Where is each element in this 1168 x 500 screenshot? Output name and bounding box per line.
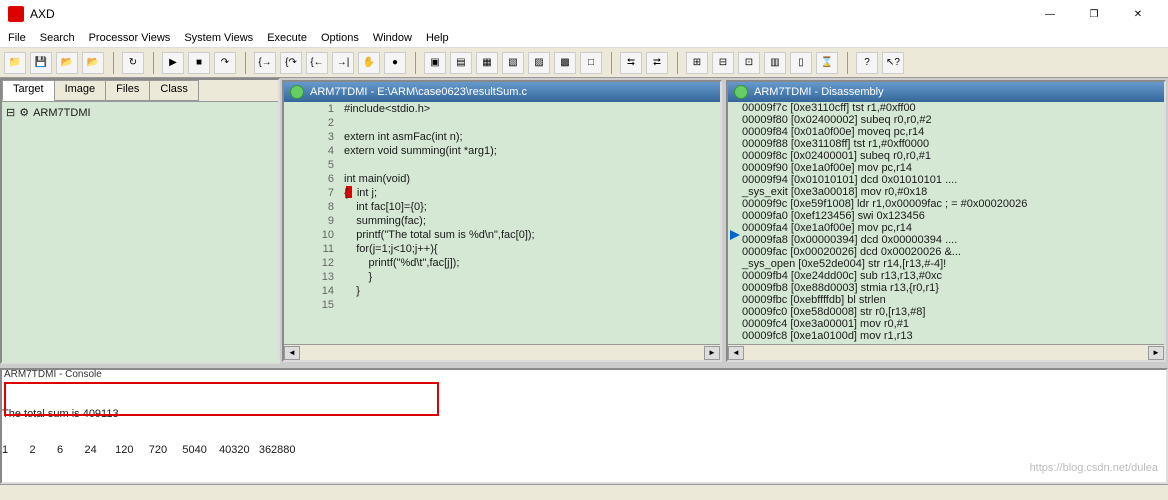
- console-title: ARM7TDMI - Console: [4, 369, 102, 380]
- tool-folder2-icon[interactable]: 📂: [82, 52, 104, 74]
- scroll-right-icon[interactable]: ►: [1148, 346, 1164, 360]
- tree-label: ARM7TDMI: [33, 107, 90, 119]
- tab-target[interactable]: Target: [2, 80, 55, 101]
- source-window: ARM7TDMI - E:\ARM\case0623\resultSum.c 1…: [282, 80, 722, 362]
- title-bar: AXD — ❐ ✕: [0, 0, 1168, 28]
- tab-class[interactable]: Class: [149, 80, 199, 101]
- current-pc-arrow-icon: [730, 230, 740, 240]
- tool-context-help-icon[interactable]: ↖?: [882, 52, 904, 74]
- disasm-lines[interactable]: 00009f7c [0xe3110cff] tst r1,#0xff000000…: [742, 102, 1164, 342]
- scroll-left-icon[interactable]: ◄: [284, 346, 300, 360]
- sidebar: Target Image Files Class ⊟ ⚙ ARM7TDMI: [0, 78, 280, 364]
- tool-stepinto-icon[interactable]: {→: [254, 52, 276, 74]
- line-number-gutter: 123456789101112131415: [284, 102, 344, 344]
- tool-h-icon[interactable]: ⌛: [816, 52, 838, 74]
- minimize-button[interactable]: —: [1028, 0, 1072, 28]
- tool-view1-icon[interactable]: ▣: [424, 52, 446, 74]
- tool-stepout-icon[interactable]: {←: [306, 52, 328, 74]
- scroll-right-icon[interactable]: ►: [704, 346, 720, 360]
- main-area: Target Image Files Class ⊟ ⚙ ARM7TDMI AR…: [0, 78, 1168, 364]
- tool-stepover-icon[interactable]: {↷: [280, 52, 302, 74]
- window-icon: [290, 85, 304, 99]
- tool-b-icon[interactable]: ⮂: [646, 52, 668, 74]
- console-output[interactable]: The total sum is 409113 1 2 6 24 120 720…: [2, 370, 1166, 480]
- menu-processor-views[interactable]: Processor Views: [89, 32, 171, 44]
- console-window: ARM7TDMI - Console The total sum is 4091…: [0, 368, 1168, 484]
- disasm-title-bar[interactable]: ARM7TDMI - Disassembly: [728, 82, 1164, 102]
- tool-step-icon[interactable]: ↷: [214, 52, 236, 74]
- disasm-hscroll[interactable]: ◄ ►: [728, 344, 1164, 360]
- tool-save-icon[interactable]: 💾: [30, 52, 52, 74]
- tool-run-icon[interactable]: ▶: [162, 52, 184, 74]
- tool-g-icon[interactable]: ▯: [790, 52, 812, 74]
- tool-c-icon[interactable]: ⊞: [686, 52, 708, 74]
- tool-view7-icon[interactable]: □: [580, 52, 602, 74]
- menu-window[interactable]: Window: [373, 32, 412, 44]
- console-line: The total sum is 409113: [2, 408, 1166, 420]
- toolbar-separator: [842, 52, 848, 74]
- tool-help-icon[interactable]: ?: [856, 52, 878, 74]
- toolbar-separator: [410, 52, 416, 74]
- tool-view3-icon[interactable]: ▦: [476, 52, 498, 74]
- source-title-bar[interactable]: ARM7TDMI - E:\ARM\case0623\resultSum.c: [284, 82, 720, 102]
- maximize-button[interactable]: ❐: [1072, 0, 1116, 28]
- menu-options[interactable]: Options: [321, 32, 359, 44]
- app-icon: [8, 6, 24, 22]
- menu-system-views[interactable]: System Views: [184, 32, 253, 44]
- tool-view2-icon[interactable]: ▤: [450, 52, 472, 74]
- close-button[interactable]: ✕: [1116, 0, 1160, 28]
- menu-help[interactable]: Help: [426, 32, 449, 44]
- menu-bar: File Search Processor Views System Views…: [0, 28, 1168, 48]
- disasm-window-title: ARM7TDMI - Disassembly: [754, 86, 884, 98]
- source-body[interactable]: 123456789101112131415 #include<stdio.h>e…: [284, 102, 720, 344]
- tool-f-icon[interactable]: ▥: [764, 52, 786, 74]
- tool-folder-icon[interactable]: 📂: [56, 52, 78, 74]
- tool-bp-icon[interactable]: ●: [384, 52, 406, 74]
- source-hscroll[interactable]: ◄ ►: [284, 344, 720, 360]
- toolbar: 📁 💾 📂 📂 ↻ ▶ ■ ↷ {→ {↷ {← →| ✋ ● ▣ ▤ ▦ ▧ …: [0, 48, 1168, 78]
- tool-view4-icon[interactable]: ▧: [502, 52, 524, 74]
- menu-search[interactable]: Search: [40, 32, 75, 44]
- watermark-text: https://blog.csdn.net/dulea: [1030, 462, 1158, 474]
- toolbar-separator: [672, 52, 678, 74]
- scroll-left-icon[interactable]: ◄: [728, 346, 744, 360]
- tab-files[interactable]: Files: [105, 80, 150, 101]
- toolbar-separator: [606, 52, 612, 74]
- tree-root[interactable]: ⊟ ⚙ ARM7TDMI: [6, 106, 274, 119]
- tool-break-icon[interactable]: ✋: [358, 52, 380, 74]
- menu-file[interactable]: File: [8, 32, 26, 44]
- disasm-body[interactable]: 00009f7c [0xe3110cff] tst r1,#0xff000000…: [728, 102, 1164, 344]
- window-icon: [734, 85, 748, 99]
- toolbar-separator: [108, 52, 114, 74]
- tool-a-icon[interactable]: ⮀: [620, 52, 642, 74]
- toolbar-separator: [240, 52, 246, 74]
- tab-image[interactable]: Image: [54, 80, 107, 101]
- toolbar-separator: [148, 52, 154, 74]
- target-tree[interactable]: ⊟ ⚙ ARM7TDMI: [2, 102, 278, 362]
- tool-view6-icon[interactable]: ▩: [554, 52, 576, 74]
- tool-d-icon[interactable]: ⊟: [712, 52, 734, 74]
- expand-icon[interactable]: ⊟: [6, 106, 15, 119]
- sidebar-tabs: Target Image Files Class: [2, 80, 278, 102]
- tool-open-icon[interactable]: 📁: [4, 52, 26, 74]
- tool-stop-icon[interactable]: ■: [188, 52, 210, 74]
- source-lines[interactable]: #include<stdio.h>extern int asmFac(int n…: [344, 102, 720, 344]
- console-line: 1 2 6 24 120 720 5040 40320 362880: [2, 444, 1166, 456]
- console-hscroll[interactable]: [0, 484, 1168, 500]
- tool-runto-icon[interactable]: →|: [332, 52, 354, 74]
- tool-e-icon[interactable]: ⊡: [738, 52, 760, 74]
- menu-execute[interactable]: Execute: [267, 32, 307, 44]
- tool-view5-icon[interactable]: ▨: [528, 52, 550, 74]
- tool-reload-icon[interactable]: ↻: [122, 52, 144, 74]
- chip-icon: ⚙: [19, 106, 29, 119]
- window-title: AXD: [30, 7, 1028, 21]
- disassembly-window: ARM7TDMI - Disassembly 00009f7c [0xe3110…: [726, 80, 1166, 362]
- source-window-title: ARM7TDMI - E:\ARM\case0623\resultSum.c: [310, 86, 527, 98]
